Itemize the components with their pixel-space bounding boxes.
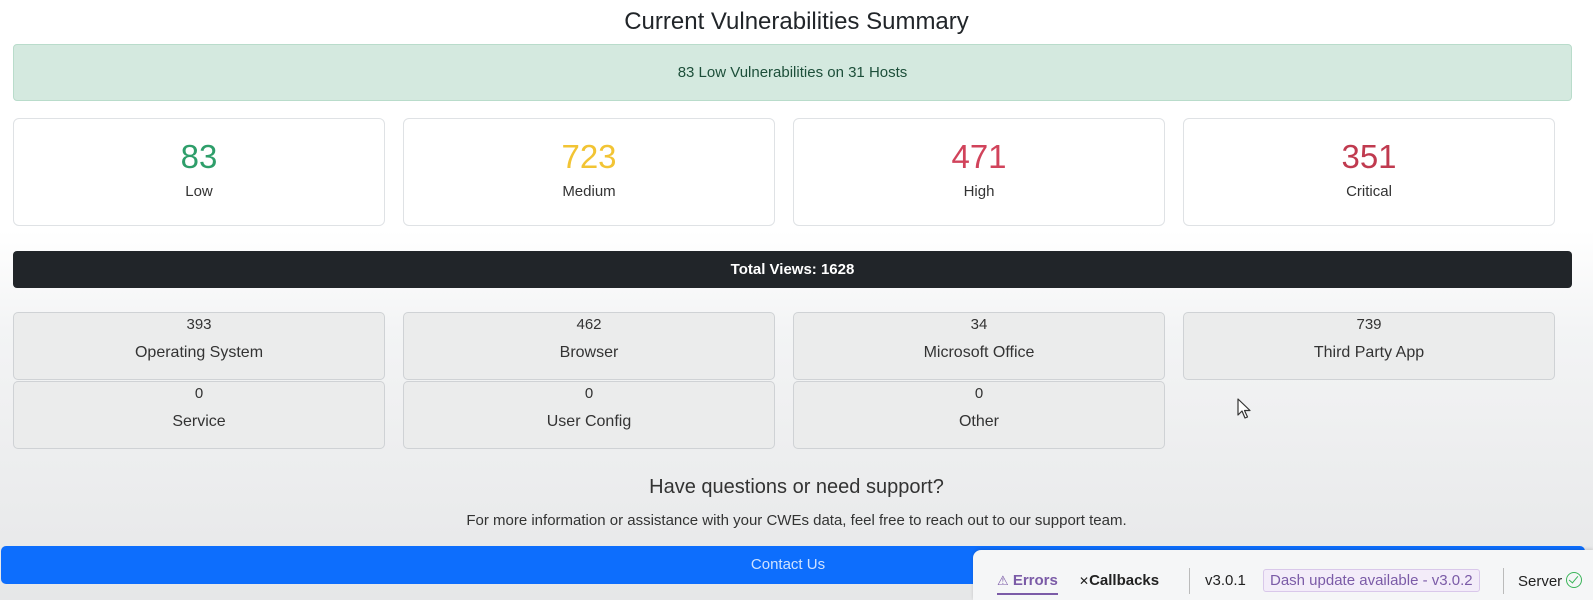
severity-label: High — [963, 183, 995, 200]
category-label: Service — [172, 413, 226, 430]
category-count: 0 — [584, 385, 594, 402]
support-heading: Have questions or need support? — [649, 476, 944, 498]
severity-label: Medium — [562, 183, 616, 200]
severity-label: Low — [185, 183, 213, 200]
mouse-cursor-icon — [1237, 398, 1251, 419]
dash-devtools-bar: ⚠ Errors ✕Callbacks v3.0.1 Dash update a… — [973, 550, 1593, 600]
severity-count: 83 — [180, 138, 218, 175]
dash-version: v3.0.1 — [1205, 572, 1246, 589]
category-card-other[interactable]: 0 Other — [793, 381, 1165, 449]
errors-tab[interactable]: ⚠ Errors — [997, 572, 1058, 595]
category-card-third-party-app[interactable]: 739 Third Party App — [1183, 312, 1555, 380]
server-label: Server — [1518, 573, 1563, 590]
category-card-microsoft-office[interactable]: 34 Microsoft Office — [793, 312, 1165, 380]
category-count: 462 — [576, 316, 602, 333]
callbacks-tab[interactable]: ✕Callbacks — [1079, 572, 1159, 589]
total-views-bar: Total Views: 1628 — [13, 251, 1572, 288]
warning-icon: ⚠ — [997, 573, 1009, 588]
severity-count: 351 — [1341, 138, 1397, 175]
severity-card-high: 471 High — [793, 118, 1165, 226]
category-count: 393 — [186, 316, 212, 333]
severity-card-low: 83 Low — [13, 118, 385, 226]
severity-count: 723 — [561, 138, 617, 175]
category-count: 34 — [970, 316, 988, 333]
category-card-browser[interactable]: 462 Browser — [403, 312, 775, 380]
category-count: 0 — [194, 385, 204, 402]
category-label: Other — [958, 413, 999, 430]
severity-card-critical: 351 Critical — [1183, 118, 1555, 226]
callbacks-label: Callbacks — [1089, 572, 1160, 589]
check-circle-icon — [1566, 572, 1583, 588]
category-count: 739 — [1356, 316, 1382, 333]
callbacks-icon: ✕ — [1079, 574, 1090, 588]
category-label: Operating System — [134, 344, 264, 361]
severity-label: Critical — [1346, 183, 1392, 200]
category-count: 0 — [974, 385, 984, 402]
category-label: Third Party App — [1313, 344, 1425, 361]
category-card-service[interactable]: 0 Service — [13, 381, 385, 449]
support-text: For more information or assistance with … — [466, 512, 1127, 529]
update-available-badge[interactable]: Dash update available - v3.0.2 — [1263, 569, 1480, 592]
category-label: User Config — [546, 413, 632, 430]
category-card-operating-system[interactable]: 393 Operating System — [13, 312, 385, 380]
low-vulnerabilities-alert: 83 Low Vulnerabilities on 31 Hosts — [13, 44, 1572, 101]
errors-label: Errors — [1012, 572, 1058, 589]
server-status[interactable]: Server — [1518, 572, 1583, 590]
devtools-divider — [1189, 568, 1190, 594]
category-card-user-config[interactable]: 0 User Config — [403, 381, 775, 449]
category-label: Browser — [559, 344, 619, 361]
devtools-divider — [1503, 568, 1504, 594]
category-label: Microsoft Office — [923, 344, 1035, 361]
severity-count: 471 — [951, 138, 1007, 175]
page-title: Current Vulnerabilities Summary — [624, 8, 969, 35]
severity-card-medium: 723 Medium — [403, 118, 775, 226]
